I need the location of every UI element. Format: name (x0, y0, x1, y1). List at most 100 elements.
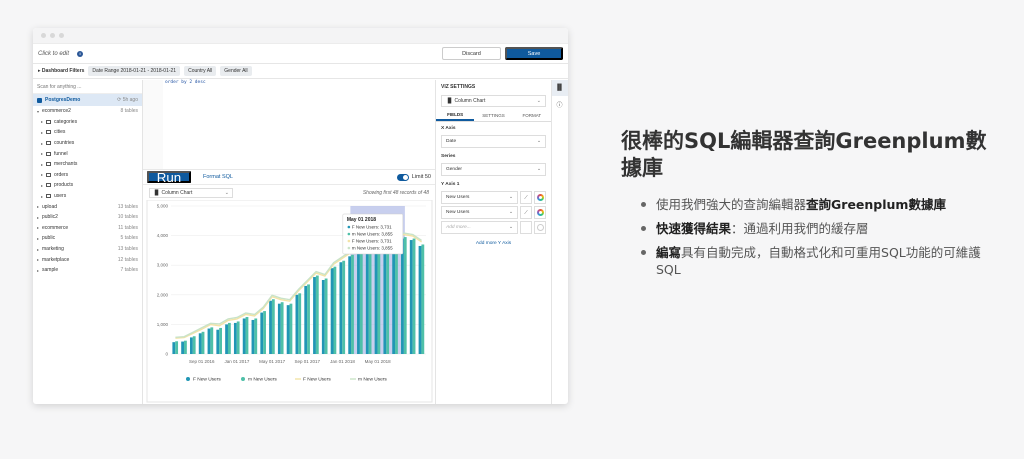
table-item[interactable]: ▸ funnel (33, 148, 142, 159)
viz-tabs: FIELDS SETTINGS FORMAT (436, 110, 551, 122)
bar (260, 312, 264, 354)
bar (277, 303, 281, 354)
y-field-select[interactable]: New Users ⌄ (441, 206, 518, 219)
bar (383, 247, 387, 354)
table-item[interactable]: ▸ products (33, 180, 142, 191)
run-button[interactable]: Run (147, 170, 191, 185)
x-tick-label: Jan 01 2017 (225, 359, 250, 364)
dashboard-filters-bar: ▸ Dashboard Filters Date Range 2018-01-2… (33, 64, 568, 79)
chart-type-select[interactable]: ▐▌ Column Chart ⌄ (149, 188, 233, 198)
info-rail-button[interactable]: ⓘ (552, 96, 568, 112)
schema-table-count: 13 tables (117, 246, 138, 253)
bar (192, 336, 196, 354)
filter-chip-gender[interactable]: Gender All (220, 66, 252, 76)
schema-item[interactable]: ▸ public 5 tables (33, 233, 142, 244)
schema-item[interactable]: ▾ ecommerce2 8 tables (33, 106, 142, 117)
schema-item[interactable]: ▸ marketing 13 tables (33, 244, 142, 255)
table-name: merchants (54, 161, 78, 168)
table-item[interactable]: ▸ countries (33, 138, 142, 149)
x-axis-select[interactable]: Date ⌄ (441, 135, 546, 148)
viz-chart-type-select[interactable]: ▐▌ Column Chart ⌄ (441, 95, 546, 107)
table-item[interactable]: ▸ cities (33, 127, 142, 138)
color-picker-button[interactable] (534, 221, 546, 234)
y-tick-label: 5,000 (157, 204, 169, 209)
table-item[interactable]: ▸ merchants (33, 159, 142, 170)
bar (263, 311, 266, 354)
chart-style-button[interactable] (520, 221, 532, 234)
tab-format[interactable]: FORMAT (513, 110, 551, 121)
bar (409, 240, 413, 354)
bar (324, 278, 328, 354)
color-picker-button[interactable] (534, 206, 546, 219)
tab-fields[interactable]: FIELDS (436, 110, 475, 121)
bar (198, 333, 202, 354)
legend-label: m New Users (358, 377, 387, 383)
table-item[interactable]: ▸ orders (33, 170, 142, 181)
tab-settings[interactable]: SETTINGS (474, 110, 512, 121)
bar (210, 327, 214, 354)
tooltip-line: F New Users: 3,731 (352, 225, 392, 230)
info-icon[interactable]: i (77, 50, 84, 57)
tooltip-marker (347, 232, 351, 236)
dashboard-filters-toggle[interactable]: ▸ Dashboard Filters (38, 68, 84, 74)
table-item[interactable]: ▸ users (33, 191, 142, 202)
schema-item[interactable]: ▸ sample 7 tables (33, 265, 142, 276)
chart-style-button[interactable]: ⟋ (520, 206, 532, 219)
y-tick-label: 1,000 (157, 322, 169, 327)
bullet-bold: 編寫 (656, 245, 682, 260)
viz-settings-title: VIZ SETTINGS (441, 83, 476, 90)
series-label: Series (441, 154, 456, 159)
filter-chip-date-range[interactable]: Date Range 2018-01-21 - 2018-01-21 (88, 66, 181, 76)
bar (368, 244, 372, 354)
bullet-bold: 查詢Greenplum數據庫 (806, 197, 946, 212)
bar (359, 248, 363, 354)
schema-name: sample (42, 267, 59, 274)
x-tick-label: Sep 01 2017 (295, 359, 321, 364)
format-sql-link[interactable]: Format SQL (203, 174, 233, 180)
schema-item[interactable]: ▸ public2 10 tables (33, 212, 142, 223)
bar (225, 324, 228, 354)
tooltip-marker (347, 239, 351, 243)
datasource-ago: 5h ago (122, 97, 138, 103)
schema-search-input[interactable] (37, 83, 138, 90)
color-picker-button[interactable] (534, 191, 546, 204)
schema-table-count: 13 tables (117, 203, 138, 210)
x-tick-label: Jan 01 2018 (330, 359, 355, 364)
limit-toggle[interactable] (396, 173, 409, 181)
schema-item[interactable]: ▸ marketplace 12 tables (33, 254, 142, 265)
bar (304, 285, 308, 354)
y-field-placeholder: Add more... (446, 225, 471, 230)
add-y-axis-link[interactable]: Add more Y Axis (436, 241, 551, 246)
table-name: users (54, 193, 67, 200)
schema-table-count: 5 tables (120, 235, 138, 242)
schema-item[interactable]: ▸ upload 13 tables (33, 201, 142, 212)
bar (365, 245, 369, 354)
filter-chip-country[interactable]: Country All (184, 66, 217, 76)
bar (315, 275, 319, 354)
info-icon: ⓘ (556, 102, 563, 109)
dashboard-title-edit[interactable]: Click to edit (38, 51, 69, 57)
y-field-select[interactable]: New Users ⌄ (441, 191, 518, 204)
bullet-text: ：通過利用我們的緩存層 (731, 221, 869, 236)
legend-marker (186, 377, 190, 381)
window-dot-icon (41, 33, 46, 38)
save-button[interactable]: Save (505, 47, 563, 60)
table-name: categories (54, 118, 78, 125)
schema-name: upload (42, 203, 58, 210)
table-item[interactable]: ▸ categories (33, 117, 142, 128)
bar (254, 318, 258, 354)
bar (313, 277, 316, 354)
y-field-add-select[interactable]: Add more... ⌄ (441, 221, 518, 234)
viz-settings-rail-button[interactable]: ▐▌ (551, 80, 568, 96)
schema-item[interactable]: ▸ ecommerce 11 tables (33, 223, 142, 234)
dashboard-filters-label: Dashboard Filters (41, 68, 85, 74)
discard-button[interactable]: Discard (442, 47, 501, 60)
series-select[interactable]: Gender ⌄ (441, 163, 546, 176)
bar (189, 337, 193, 354)
sql-editor[interactable]: order by 2 desc (143, 80, 435, 170)
line-style-icon: ⟋ (524, 209, 528, 216)
bar-chart-icon: ▐▌ (555, 85, 564, 91)
bar (269, 300, 272, 354)
datasource-item[interactable]: PostgresDemo ⟳ 5h ago (33, 94, 142, 106)
chart-style-button[interactable]: ⟋ (520, 191, 532, 204)
